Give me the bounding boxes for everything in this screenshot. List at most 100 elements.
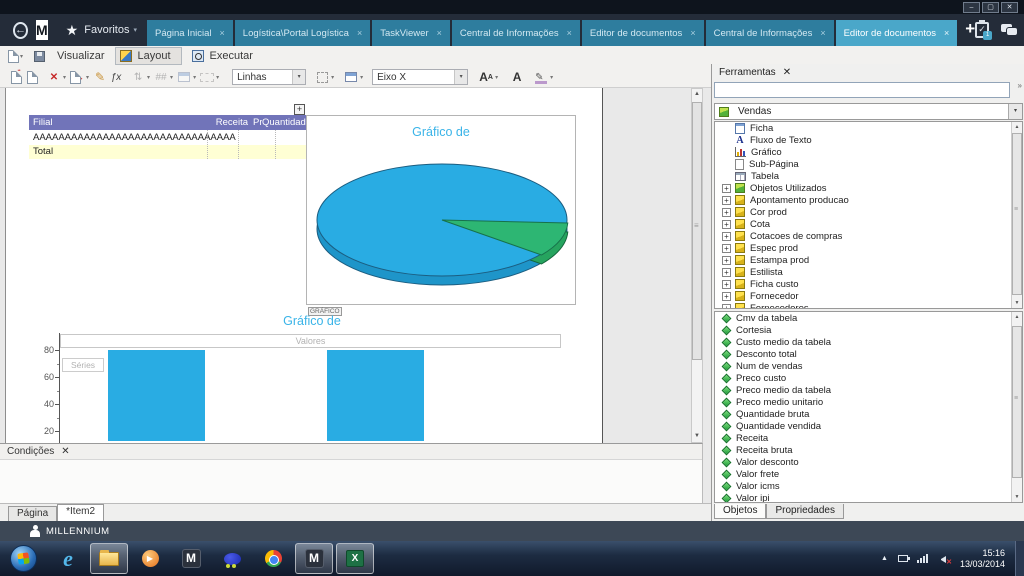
chevron-down-icon[interactable]: ▾ [331,74,334,81]
taskbar-app-m[interactable]: M [295,543,333,574]
scroll-down-arrow[interactable]: ▼ [692,431,702,442]
tab-close-icon[interactable]: × [437,28,442,38]
tasks-clipboard-icon[interactable]: 1 [975,22,989,38]
nav-tab[interactable]: Logística\Portal Logística× [235,20,370,46]
tree-item[interactable]: +Apontamento producao [715,194,1022,206]
expand-icon[interactable]: + [722,196,731,205]
expand-icon[interactable]: + [722,184,731,193]
bar-chart-bar[interactable] [327,350,424,441]
report-table[interactable]: Filial Receita Pr Quantidade AAAAAAAAAAA… [29,115,308,159]
tab-close-icon[interactable]: × [357,28,362,38]
messages-icon[interactable] [1001,24,1017,36]
font-icon[interactable]: A [509,69,525,85]
maximize-button[interactable]: ▢ [982,2,999,13]
nav-tab[interactable]: Editor de documentos× [582,20,704,46]
tab-close-icon[interactable]: × [820,28,825,38]
tree-item[interactable]: AFluxo de Texto [715,134,1022,146]
chevron-down-icon[interactable]: ▾ [360,74,363,81]
taskbar-app-ie[interactable]: e [49,543,87,574]
tools-close-icon[interactable]: ✕ [783,67,791,78]
condicoes-close-icon[interactable]: ✕ [61,446,69,457]
visualizar-button[interactable]: Visualizar [57,50,105,62]
field-item[interactable]: Quantidade vendida [715,420,1022,432]
tree-item[interactable]: Sub-Página [715,158,1022,170]
close-button[interactable]: ✕ [1001,2,1018,13]
nav-tab[interactable]: Central de Informações× [452,20,580,46]
back-button[interactable]: ← [13,22,28,39]
tree-item[interactable]: +Estampa prod [715,254,1022,266]
tree-item[interactable]: +Espec prod [715,242,1022,254]
tools-expand-icon[interactable]: » [1018,81,1022,90]
table-move-handle[interactable]: + [294,104,305,115]
tree-item[interactable]: +Estilista [715,266,1022,278]
tools-search-input[interactable] [714,82,1010,98]
page-icon[interactable] [24,69,40,85]
canvas-vertical-scrollbar[interactable]: ▲ ▼ [691,88,703,443]
expand-icon[interactable]: + [722,256,731,265]
dataset-combobox[interactable]: Vendas ▾ [714,103,1023,120]
scrollbar-thumb[interactable] [692,102,702,360]
layout-button[interactable]: Layout [115,47,182,65]
taskbar-app-creature[interactable] [213,543,251,574]
tab-close-icon[interactable]: × [220,28,225,38]
taskbar-app-excel[interactable]: X [336,543,374,574]
tree-item[interactable]: +Cota [715,218,1022,230]
pie-chart-frame[interactable]: Gráfico de [306,115,576,305]
expand-icon[interactable]: + [722,304,731,310]
page-tab[interactable]: *Item2 [57,504,104,521]
taskbar-app-explorer[interactable] [90,543,128,574]
scroll-up-arrow[interactable]: ▲ [1012,312,1022,322]
new-tab-button[interactable]: + [965,19,975,39]
nav-tab[interactable]: Página Inicial× [147,20,233,46]
chevron-down-icon[interactable]: ▾ [1008,104,1022,119]
expand-icon[interactable]: + [722,280,731,289]
formula-icon[interactable]: ƒx [108,69,124,85]
chevron-down-icon[interactable]: ▾ [20,53,23,60]
chevron-down-icon[interactable]: ▾ [216,74,219,81]
field-item[interactable]: Receita bruta [715,444,1022,456]
fields-scrollbar[interactable]: ▲ ▼ [1011,312,1022,502]
table-style-icon[interactable] [343,69,359,85]
field-item[interactable]: Valor icms [715,480,1022,492]
expand-icon[interactable]: + [722,232,731,241]
expand-icon[interactable]: + [722,208,731,217]
battery-icon[interactable] [898,555,908,562]
field-item[interactable]: Preco medio unitario [715,396,1022,408]
taskbar-app-m[interactable]: M [172,543,210,574]
tools-tab-objetos[interactable]: Objetos [714,504,766,519]
tree-scrollbar[interactable]: ▲ ▼ [1011,122,1022,308]
eixo-x-combobox[interactable]: Eixo X▾ [372,69,468,85]
scroll-down-arrow[interactable]: ▼ [1012,492,1022,502]
nav-tab[interactable]: TaskViewer× [372,20,450,46]
sort-icon[interactable]: ⇅ [130,69,146,85]
tree-item[interactable]: +Ficha custo [715,278,1022,290]
field-item[interactable]: Custo medio da tabela [715,336,1022,348]
volume-muted-icon[interactable] [938,554,950,564]
expand-icon[interactable]: + [722,268,731,277]
taskbar-app-chrome[interactable] [254,543,292,574]
chevron-down-icon[interactable]: ▾ [454,70,467,84]
new-document-icon[interactable] [8,50,19,63]
copy-special-icon[interactable]: → [69,69,85,85]
field-item[interactable]: Quantidade bruta [715,408,1022,420]
expand-icon[interactable]: + [722,220,731,229]
tree-item[interactable]: Tabela [715,170,1022,182]
executar-button[interactable]: Executar [210,50,253,62]
tray-expand-icon[interactable]: ▲ [881,555,888,562]
field-item[interactable]: Valor frete [715,468,1022,480]
tab-close-icon[interactable]: × [567,28,572,38]
delete-icon[interactable]: ✕ [46,69,62,85]
scrollbar-thumb[interactable] [1012,326,1022,478]
minimize-button[interactable]: – [963,2,980,13]
tree-item[interactable]: Gráfico [715,146,1022,158]
tools-tab-propriedades[interactable]: Propriedades [766,504,843,519]
executar-icon[interactable] [192,50,204,62]
bar-chart-bar[interactable] [108,350,205,441]
tree-item[interactable]: +Cotacoes de compras [715,230,1022,242]
chevron-down-icon[interactable]: ▾ [170,74,173,81]
bar-chart-x-header[interactable]: Valores [60,334,561,348]
field-item[interactable]: Valor desconto [715,456,1022,468]
chevron-down-icon[interactable]: ▾ [193,74,196,81]
chevron-down-icon[interactable]: ▾ [147,74,150,81]
field-item[interactable]: Cortesia [715,324,1022,336]
